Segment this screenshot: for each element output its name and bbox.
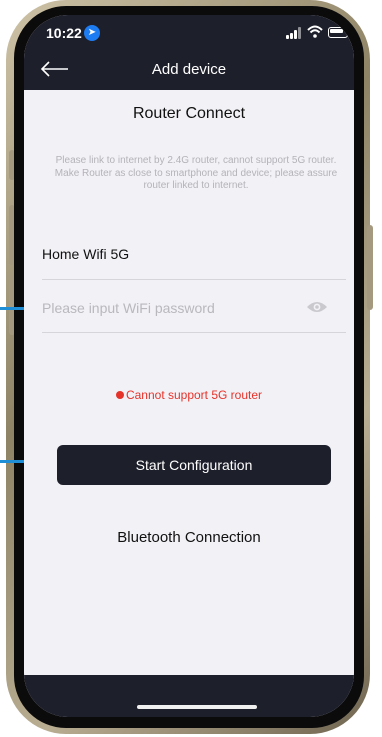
app-screen: 10:22 ➤ Add device Router Connect Please… bbox=[24, 15, 354, 717]
header-bar: 10:22 ➤ Add device bbox=[24, 15, 354, 90]
bluetooth-connection-link[interactable]: Bluetooth Connection bbox=[24, 529, 354, 546]
wifi-icon bbox=[307, 25, 323, 38]
wifi-ssid-field[interactable]: Home Wifi 5G bbox=[42, 246, 129, 262]
start-configuration-button[interactable]: Start Configuration bbox=[57, 445, 331, 485]
status-time: 10:22 bbox=[46, 25, 82, 41]
signal-icon bbox=[286, 27, 302, 39]
error-message: Cannot support 5G router bbox=[24, 388, 354, 402]
router-hint-text: Please link to internet by 2.4G router, … bbox=[54, 155, 338, 191]
eye-icon[interactable] bbox=[306, 300, 328, 314]
ssid-divider bbox=[42, 279, 346, 280]
password-divider bbox=[42, 332, 346, 333]
home-indicator[interactable] bbox=[137, 705, 257, 709]
wifi-password-input[interactable] bbox=[42, 297, 292, 319]
power-button bbox=[367, 225, 373, 310]
location-arrow-icon: ➤ bbox=[84, 25, 100, 41]
error-dot-icon bbox=[115, 391, 124, 399]
router-connect-title: Router Connect bbox=[132, 105, 246, 122]
error-text: Cannot support 5G router bbox=[125, 388, 263, 402]
page-title: Add device bbox=[151, 61, 227, 78]
battery-icon bbox=[328, 27, 348, 38]
bottom-bar bbox=[24, 675, 354, 717]
